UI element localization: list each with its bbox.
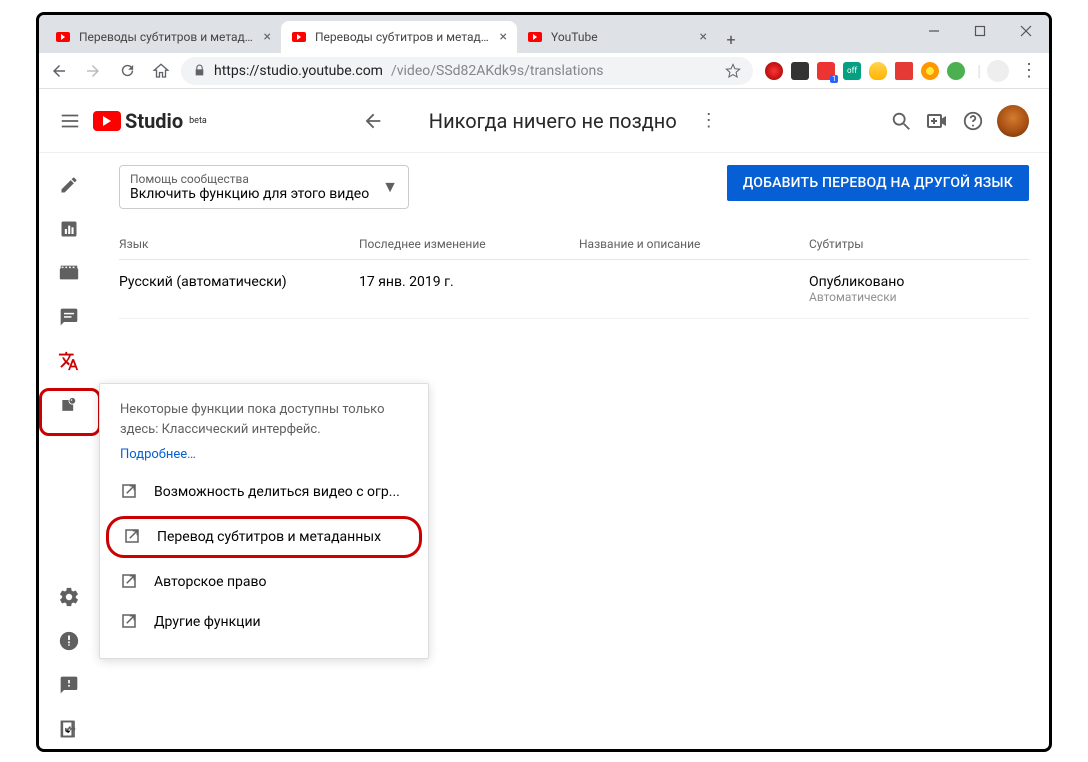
subs-status: Опубликовано: [809, 274, 1029, 290]
browser-tab-active[interactable]: Переводы субтитров и метадан ×: [281, 21, 517, 53]
external-link-icon: [120, 572, 140, 592]
col-title-desc: Название и описание: [579, 237, 809, 251]
sidebar-item-other-features[interactable]: [41, 385, 97, 425]
add-translation-button[interactable]: ДОБАВИТЬ ПЕРЕВОД НА ДРУГОЙ ЯЗЫК: [727, 165, 1029, 201]
tab-title: Переводы субтитров и метадан: [315, 30, 494, 44]
popup-item-label: Перевод субтитров и метаданных: [157, 529, 381, 545]
minimize-button[interactable]: [911, 15, 957, 47]
reload-button[interactable]: [113, 57, 141, 85]
close-window-button[interactable]: [1003, 15, 1049, 47]
extension-icon[interactable]: [765, 62, 783, 80]
youtube-favicon: [527, 29, 543, 45]
studio-logo[interactable]: Studio beta: [93, 109, 207, 133]
tab-strip: Переводы субтитров и метадан × Переводы …: [39, 15, 1049, 53]
create-video-icon[interactable]: [925, 109, 949, 133]
tab-close-icon[interactable]: ×: [700, 29, 707, 45]
extension-icon[interactable]: [869, 62, 887, 80]
url-path: /video/SSd82AKdk9s/translations: [391, 63, 603, 79]
col-subtitles: Субтитры: [809, 237, 1029, 251]
extension-icon[interactable]: off: [843, 62, 861, 80]
sidebar-item-settings[interactable]: [41, 577, 97, 617]
popup-info-text: Некоторые функции пока доступны только з…: [100, 400, 428, 447]
translations-table: Язык Последнее изменение Название и опис…: [119, 229, 1029, 319]
browser-tab[interactable]: YouTube ×: [517, 21, 717, 53]
external-link-icon: [123, 527, 143, 547]
cell-modified: 17 янв. 2019 г.: [359, 274, 579, 304]
url-host: https://studio.youtube.com: [214, 63, 383, 79]
top-controls: Помощь сообщества Включить функцию для э…: [119, 165, 1029, 209]
extension-icon[interactable]: [921, 62, 939, 80]
app: Studio beta Никогда ничего не поздно ⋮: [39, 89, 1049, 749]
youtube-favicon: [55, 29, 71, 45]
browser-window: Переводы субтитров и метадан × Переводы …: [36, 12, 1052, 752]
extension-icon[interactable]: [791, 62, 809, 80]
logo-text: Studio: [125, 109, 183, 133]
popup-item-private-sharing[interactable]: Возможность делиться видео с огр...: [100, 472, 428, 512]
app-header: Studio beta Никогда ничего не поздно ⋮: [39, 89, 1049, 153]
sidebar-item-comments[interactable]: [41, 297, 97, 337]
forward-button: [79, 57, 107, 85]
browser-menu[interactable]: ⋮: [1015, 57, 1043, 85]
hamburger-icon[interactable]: [59, 110, 81, 132]
youtube-favicon: [291, 29, 307, 45]
extension-icon[interactable]: [895, 62, 913, 80]
extension-icon[interactable]: 1: [817, 62, 835, 80]
home-button[interactable]: [147, 57, 175, 85]
external-link-icon: [120, 482, 140, 502]
classic-features-popup: Некоторые функции пока доступны только з…: [99, 383, 429, 659]
address-bar: https://studio.youtube.com/video/SSd82AK…: [39, 53, 1049, 89]
popup-item-label: Возможность делиться видео с огр...: [154, 484, 400, 500]
more-options-icon[interactable]: ⋮: [697, 109, 721, 133]
popup-item-copyright[interactable]: Авторское право: [100, 562, 428, 602]
help-icon[interactable]: [961, 109, 985, 133]
extension-icons: 1 off: [759, 62, 971, 80]
channel-avatar[interactable]: [997, 105, 1029, 137]
sidebar-item-translations[interactable]: [41, 341, 97, 381]
page-title: Никогда ничего не поздно: [429, 109, 677, 133]
sidebar-item-feedback[interactable]: [41, 665, 97, 705]
col-modified: Последнее изменение: [359, 237, 579, 251]
sidebar: [39, 153, 99, 749]
sidebar-item-whatsnew[interactable]: [41, 621, 97, 661]
maximize-button[interactable]: [957, 15, 1003, 47]
community-help-dropdown[interactable]: Помощь сообщества Включить функцию для э…: [119, 165, 409, 209]
star-icon[interactable]: [725, 63, 741, 79]
window-controls: [911, 15, 1049, 47]
back-button[interactable]: [45, 57, 73, 85]
logo-beta: beta: [189, 116, 207, 126]
dropdown-label: Помощь сообщества: [130, 172, 398, 186]
lock-icon: [193, 64, 206, 77]
subs-sub: Автоматически: [809, 290, 1029, 304]
popup-item-translate-subs[interactable]: Перевод субтитров и метаданных: [106, 516, 422, 558]
external-link-icon: [120, 612, 140, 632]
popup-item-label: Другие функции: [154, 614, 261, 630]
tab-close-icon[interactable]: ×: [500, 29, 507, 45]
extension-icon[interactable]: [947, 62, 965, 80]
profile-avatar[interactable]: [987, 60, 1009, 82]
sidebar-item-editor[interactable]: [41, 253, 97, 293]
table-header: Язык Последнее изменение Название и опис…: [119, 229, 1029, 260]
sidebar-item-analytics[interactable]: [41, 209, 97, 249]
caret-down-icon: ▼: [382, 177, 398, 197]
url-input[interactable]: https://studio.youtube.com/video/SSd82AK…: [181, 57, 753, 85]
popup-learn-more-link[interactable]: Подробнее…: [100, 447, 428, 462]
tab-title: Переводы субтитров и метадан: [79, 30, 258, 44]
cell-title-desc: [579, 274, 809, 304]
cell-language: Русский (автоматически): [119, 274, 359, 304]
new-tab-button[interactable]: +: [717, 25, 745, 53]
sidebar-item-edit[interactable]: [41, 165, 97, 205]
back-arrow-button[interactable]: [361, 109, 385, 133]
browser-tab[interactable]: Переводы субтитров и метадан ×: [45, 21, 281, 53]
search-icon[interactable]: [889, 109, 913, 133]
dropdown-value: Включить функцию для этого видео: [130, 186, 398, 202]
col-language: Язык: [119, 237, 359, 251]
tab-title: YouTube: [551, 30, 694, 44]
youtube-play-icon: [93, 111, 121, 131]
table-row[interactable]: Русский (автоматически) 17 янв. 2019 г. …: [119, 260, 1029, 319]
tab-close-icon[interactable]: ×: [264, 29, 271, 45]
cell-subtitles: Опубликовано Автоматически: [809, 274, 1029, 304]
popup-item-label: Авторское право: [154, 574, 267, 590]
sidebar-item-classic[interactable]: [41, 709, 97, 749]
popup-item-other[interactable]: Другие функции: [100, 602, 428, 642]
